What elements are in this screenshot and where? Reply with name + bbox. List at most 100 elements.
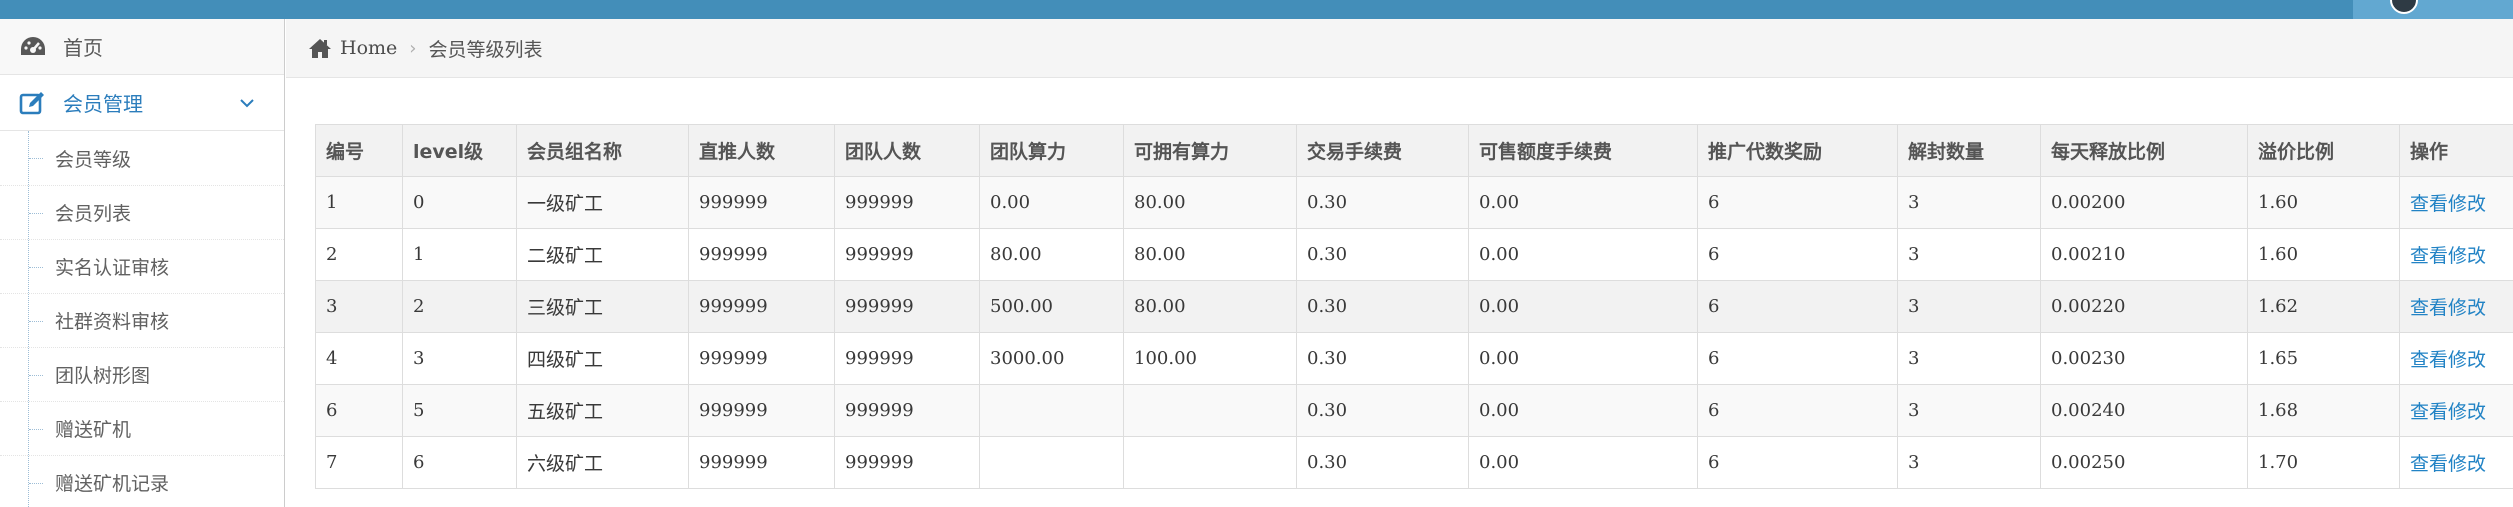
table-header-col-trade-fee: 交易手续费 <box>1296 124 1469 177</box>
sidebar-item-label: 首页 <box>63 36 103 60</box>
sidebar-subitem-member-level[interactable]: 会员等级 <box>0 131 284 185</box>
sidebar-subitem-member-list[interactable]: 会员列表 <box>0 185 284 239</box>
table-header-row: 编号 level级 会员组名称 直推人数 团队人数 团队算力 可拥有算力 交易手续费 可售额度手… <box>315 124 2513 177</box>
table-cell-col-group-name: 三级矿工 <box>516 280 689 333</box>
table-header-col-premium-ratio: 溢价比例 <box>2247 124 2400 177</box>
table-cell-col-trade-fee: 0.30 <box>1296 228 1469 281</box>
table-cell-col-group-name: 一级矿工 <box>516 176 689 229</box>
table-cell-col-promo-generations: 6 <box>1697 436 1898 489</box>
table-cell-col-promo-generations: 6 <box>1697 332 1898 385</box>
table-cell-col-direct-referrals: 999999 <box>688 176 835 229</box>
sidebar-subitem-gift-miner[interactable]: 赠送矿机 <box>0 401 284 455</box>
table-cell-col-daily-release: 0.00220 <box>2040 280 2248 333</box>
table-cell-col-unlock-count: 3 <box>1897 436 2041 489</box>
table-cell-col-daily-release: 0.00210 <box>2040 228 2248 281</box>
table-header-col-team-hashrate: 团队算力 <box>979 124 1124 177</box>
table-cell-col-unlock-count: 3 <box>1897 228 2041 281</box>
table-cell-col-daily-release: 0.00230 <box>2040 332 2248 385</box>
breadcrumb-home-link[interactable]: Home <box>340 37 397 59</box>
table-header-col-daily-release: 每天释放比例 <box>2040 124 2248 177</box>
table-cell-col-id: 6 <box>315 384 403 437</box>
table-cell-col-daily-release: 0.00250 <box>2040 436 2248 489</box>
table-cell-col-direct-referrals: 999999 <box>688 280 835 333</box>
table-cell-col-ownable-hashrate <box>1123 384 1297 437</box>
table-row: 7 6 六级矿工 999999 999999 0.30 0.00 6 3 0.00250 1.70 查… <box>315 436 2513 489</box>
table-cell-col-premium-ratio: 1.62 <box>2247 280 2400 333</box>
table-row: 2 1 二级矿工 999999 999999 80.00 80.00 0.30 0.00 6 3 0.… <box>315 228 2513 281</box>
table-cell-col-ownable-hashrate: 80.00 <box>1123 228 1297 281</box>
table-cell-col-team-hashrate: 500.00 <box>979 280 1124 333</box>
table-cell-col-ownable-hashrate: 80.00 <box>1123 280 1297 333</box>
table-cell-col-unlock-count: 3 <box>1897 332 2041 385</box>
dashboard-icon <box>17 31 49 63</box>
table-row: 1 0 一级矿工 999999 999999 0.00 80.00 0.30 0.00 6 3 0.0… <box>315 176 2513 229</box>
breadcrumb-separator: › <box>409 37 417 59</box>
table-cell-col-daily-release: 0.00200 <box>2040 176 2248 229</box>
member-level-table-wrapper: 编号 level级 会员组名称 直推人数 团队人数 团队算力 可拥有算力 交易手续费 可售额度手… <box>315 124 2513 489</box>
table-cell-col-team-hashrate: 0.00 <box>979 176 1124 229</box>
table-cell-col-premium-ratio: 1.65 <box>2247 332 2400 385</box>
table-cell-col-group-name: 五级矿工 <box>516 384 689 437</box>
table-cell-col-team-hashrate <box>979 384 1124 437</box>
table-cell-col-trade-fee: 0.30 <box>1296 280 1469 333</box>
top-navbar <box>0 0 2513 19</box>
table-cell-col-promo-generations: 6 <box>1697 176 1898 229</box>
table-cell-col-sellable-fee: 0.00 <box>1468 228 1698 281</box>
table-cell-col-group-name: 六级矿工 <box>516 436 689 489</box>
view-edit-link[interactable]: 查看修改 <box>2410 453 2486 475</box>
table-cell-col-level: 0 <box>402 176 517 229</box>
table-header-col-sellable-fee: 可售额度手续费 <box>1468 124 1698 177</box>
table-cell-col-sellable-fee: 0.00 <box>1468 436 1698 489</box>
sidebar-item-label: 会员管理 <box>63 92 143 116</box>
table-header-col-ownable-hashrate: 可拥有算力 <box>1123 124 1297 177</box>
table-cell-col-premium-ratio: 1.68 <box>2247 384 2400 437</box>
table-cell-col-promo-generations: 6 <box>1697 280 1898 333</box>
table-row: 6 5 五级矿工 999999 999999 0.30 0.00 6 3 0.00240 1.68 查… <box>315 384 2513 437</box>
table-cell-col-premium-ratio: 1.60 <box>2247 228 2400 281</box>
table-header-col-group-name: 会员组名称 <box>516 124 689 177</box>
table-header-col-unlock-count: 解封数量 <box>1897 124 2041 177</box>
view-edit-link[interactable]: 查看修改 <box>2410 401 2486 423</box>
view-edit-link[interactable]: 查看修改 <box>2410 349 2486 371</box>
table-cell-col-group-name: 四级矿工 <box>516 332 689 385</box>
edit-icon <box>17 87 49 119</box>
table-header-col-direct-referrals: 直推人数 <box>688 124 835 177</box>
table-cell-col-trade-fee: 0.30 <box>1296 384 1469 437</box>
table-cell-col-team-size: 999999 <box>834 280 980 333</box>
table-cell-col-team-size: 999999 <box>834 228 980 281</box>
table-cell-col-sellable-fee: 0.00 <box>1468 280 1698 333</box>
view-edit-link[interactable]: 查看修改 <box>2410 297 2486 319</box>
table-cell-col-unlock-count: 3 <box>1897 280 2041 333</box>
table-cell-col-id: 3 <box>315 280 403 333</box>
table-header-col-level: level级 <box>402 124 517 177</box>
table-cell-col-actions: 查看修改 <box>2399 280 2513 333</box>
view-edit-link[interactable]: 查看修改 <box>2410 193 2486 215</box>
table-header-col-id: 编号 <box>315 124 403 177</box>
table-cell-col-team-hashrate: 80.00 <box>979 228 1124 281</box>
breadcrumb: Home › 会员等级列表 <box>286 19 2513 78</box>
sidebar-item-member-management[interactable]: 会员管理 <box>0 75 284 131</box>
table-row: 3 2 三级矿工 999999 999999 500.00 80.00 0.30 0.00 6 3 0… <box>315 280 2513 333</box>
table-cell-col-id: 7 <box>315 436 403 489</box>
table-cell-col-actions: 查看修改 <box>2399 332 2513 385</box>
table-cell-col-id: 1 <box>315 176 403 229</box>
table-cell-col-id: 2 <box>315 228 403 281</box>
table-header-col-promo-generations: 推广代数奖励 <box>1697 124 1898 177</box>
sidebar-submenu: 会员等级 会员列表 实名认证审核 社群资料审核 团队树形图 赠送矿机 赠送矿机记… <box>0 131 284 507</box>
sidebar-subitem-gift-miner-records[interactable]: 赠送矿机记录 <box>0 455 284 507</box>
sidebar-subitem-community-review[interactable]: 社群资料审核 <box>0 293 284 347</box>
table-cell-col-daily-release: 0.00240 <box>2040 384 2248 437</box>
sidebar-item-home[interactable]: 首页 <box>0 19 284 75</box>
table-cell-col-team-hashrate: 3000.00 <box>979 332 1124 385</box>
table-cell-col-trade-fee: 0.30 <box>1296 332 1469 385</box>
table-row: 4 3 四级矿工 999999 999999 3000.00 100.00 0.30 0.00 6… <box>315 332 2513 385</box>
user-avatar[interactable] <box>2390 0 2418 14</box>
sidebar-subitem-real-name-review[interactable]: 实名认证审核 <box>0 239 284 293</box>
sidebar-subitem-team-tree[interactable]: 团队树形图 <box>0 347 284 401</box>
view-edit-link[interactable]: 查看修改 <box>2410 245 2486 267</box>
table-cell-col-actions: 查看修改 <box>2399 228 2513 281</box>
table-cell-col-level: 3 <box>402 332 517 385</box>
table-cell-col-level: 1 <box>402 228 517 281</box>
user-menu[interactable] <box>2353 0 2513 19</box>
main-content: Home › 会员等级列表 编号 level级 会员组名称 直推人数 团队人数 团队算力可… <box>286 19 2513 507</box>
